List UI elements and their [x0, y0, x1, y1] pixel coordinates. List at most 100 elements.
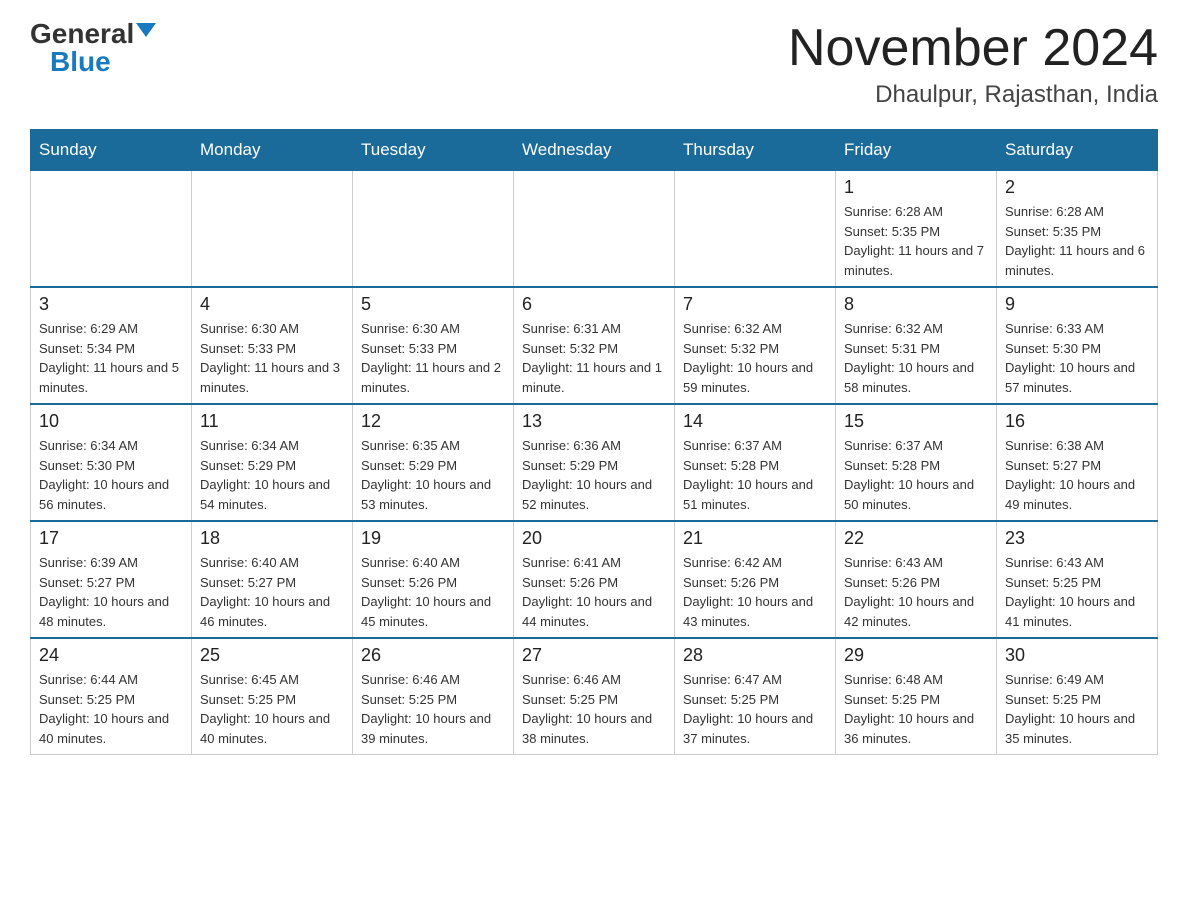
- calendar-week-row: 24 Sunrise: 6:44 AM Sunset: 5:25 PM Dayli…: [31, 638, 1158, 755]
- calendar-header-row: SundayMondayTuesdayWednesdayThursdayFrid…: [31, 130, 1158, 171]
- day-info: Sunrise: 6:46 AM Sunset: 5:25 PM Dayligh…: [522, 670, 666, 748]
- day-info: Sunrise: 6:44 AM Sunset: 5:25 PM Dayligh…: [39, 670, 183, 748]
- calendar-day-cell: 11 Sunrise: 6:34 AM Sunset: 5:29 PM Dayli…: [192, 404, 353, 521]
- day-number: 9: [1005, 294, 1149, 315]
- calendar-day-cell: 5 Sunrise: 6:30 AM Sunset: 5:33 PM Daylig…: [353, 287, 514, 404]
- calendar-day-cell: 14 Sunrise: 6:37 AM Sunset: 5:28 PM Dayli…: [675, 404, 836, 521]
- calendar-day-cell: 12Sunrise: 6:35 AM Sunset: 5:29 PM Dayli…: [353, 404, 514, 521]
- day-info: Sunrise: 6:37 AM Sunset: 5:28 PM Dayligh…: [683, 436, 827, 514]
- day-number: 18: [200, 528, 344, 549]
- calendar-day-cell: 24 Sunrise: 6:44 AM Sunset: 5:25 PM Dayli…: [31, 638, 192, 755]
- column-header-tuesday: Tuesday: [353, 130, 514, 171]
- calendar-day-cell: 20 Sunrise: 6:41 AM Sunset: 5:26 PM Dayli…: [514, 521, 675, 638]
- day-info: Sunrise: 6:30 AM Sunset: 5:33 PM Dayligh…: [200, 319, 344, 397]
- calendar-week-row: 17Sunrise: 6:39 AM Sunset: 5:27 PM Dayli…: [31, 521, 1158, 638]
- day-info: Sunrise: 6:34 AM Sunset: 5:29 PM Dayligh…: [200, 436, 344, 514]
- day-info: Sunrise: 6:37 AM Sunset: 5:28 PM Dayligh…: [844, 436, 988, 514]
- calendar-day-cell: 15 Sunrise: 6:37 AM Sunset: 5:28 PM Dayli…: [836, 404, 997, 521]
- day-info: Sunrise: 6:31 AM Sunset: 5:32 PM Dayligh…: [522, 319, 666, 397]
- day-number: 26: [361, 645, 505, 666]
- logo-blue-text: Blue: [50, 46, 111, 77]
- day-number: 22: [844, 528, 988, 549]
- day-info: Sunrise: 6:48 AM Sunset: 5:25 PM Dayligh…: [844, 670, 988, 748]
- calendar-day-cell: 21 Sunrise: 6:42 AM Sunset: 5:26 PM Dayli…: [675, 521, 836, 638]
- calendar-day-cell: [31, 171, 192, 288]
- calendar-day-cell: [353, 171, 514, 288]
- day-info: Sunrise: 6:28 AM Sunset: 5:35 PM Dayligh…: [1005, 202, 1149, 280]
- day-info: Sunrise: 6:43 AM Sunset: 5:26 PM Dayligh…: [844, 553, 988, 631]
- day-info: Sunrise: 6:33 AM Sunset: 5:30 PM Dayligh…: [1005, 319, 1149, 397]
- day-number: 21: [683, 528, 827, 549]
- column-header-sunday: Sunday: [31, 130, 192, 171]
- day-number: 4: [200, 294, 344, 315]
- calendar-day-cell: [675, 171, 836, 288]
- column-header-friday: Friday: [836, 130, 997, 171]
- day-info: Sunrise: 6:40 AM Sunset: 5:27 PM Dayligh…: [200, 553, 344, 631]
- column-header-wednesday: Wednesday: [514, 130, 675, 171]
- day-info: Sunrise: 6:45 AM Sunset: 5:25 PM Dayligh…: [200, 670, 344, 748]
- day-number: 10: [39, 411, 183, 432]
- day-number: 19: [361, 528, 505, 549]
- day-number: 1: [844, 177, 988, 198]
- day-info: Sunrise: 6:38 AM Sunset: 5:27 PM Dayligh…: [1005, 436, 1149, 514]
- calendar-day-cell: 3 Sunrise: 6:29 AM Sunset: 5:34 PM Daylig…: [31, 287, 192, 404]
- calendar-week-row: 10 Sunrise: 6:34 AM Sunset: 5:30 PM Dayli…: [31, 404, 1158, 521]
- calendar-day-cell: 17Sunrise: 6:39 AM Sunset: 5:27 PM Dayli…: [31, 521, 192, 638]
- logo-triangle-icon: [136, 23, 156, 37]
- day-info: Sunrise: 6:43 AM Sunset: 5:25 PM Dayligh…: [1005, 553, 1149, 631]
- day-number: 30: [1005, 645, 1149, 666]
- calendar-day-cell: 16 Sunrise: 6:38 AM Sunset: 5:27 PM Dayli…: [997, 404, 1158, 521]
- column-header-saturday: Saturday: [997, 130, 1158, 171]
- page-header: General Blue November 2024 Dhaulpur, Raj…: [30, 20, 1158, 109]
- day-info: Sunrise: 6:29 AM Sunset: 5:34 PM Dayligh…: [39, 319, 183, 397]
- day-info: Sunrise: 6:34 AM Sunset: 5:30 PM Dayligh…: [39, 436, 183, 514]
- day-number: 6: [522, 294, 666, 315]
- calendar-day-cell: 29 Sunrise: 6:48 AM Sunset: 5:25 PM Dayli…: [836, 638, 997, 755]
- column-header-thursday: Thursday: [675, 130, 836, 171]
- day-info: Sunrise: 6:40 AM Sunset: 5:26 PM Dayligh…: [361, 553, 505, 631]
- day-number: 15: [844, 411, 988, 432]
- calendar-day-cell: [514, 171, 675, 288]
- month-title: November 2024: [788, 20, 1158, 77]
- day-info: Sunrise: 6:42 AM Sunset: 5:26 PM Dayligh…: [683, 553, 827, 631]
- calendar-day-cell: 27 Sunrise: 6:46 AM Sunset: 5:25 PM Dayli…: [514, 638, 675, 755]
- calendar-day-cell: 30 Sunrise: 6:49 AM Sunset: 5:25 PM Dayli…: [997, 638, 1158, 755]
- calendar-day-cell: 26 Sunrise: 6:46 AM Sunset: 5:25 PM Dayli…: [353, 638, 514, 755]
- day-number: 27: [522, 645, 666, 666]
- calendar-day-cell: 23Sunrise: 6:43 AM Sunset: 5:25 PM Dayli…: [997, 521, 1158, 638]
- day-info: Sunrise: 6:30 AM Sunset: 5:33 PM Dayligh…: [361, 319, 505, 397]
- day-number: 5: [361, 294, 505, 315]
- day-number: 29: [844, 645, 988, 666]
- title-section: November 2024 Dhaulpur, Rajasthan, India: [788, 20, 1158, 109]
- day-number: 11: [200, 411, 344, 432]
- day-info: Sunrise: 6:32 AM Sunset: 5:31 PM Dayligh…: [844, 319, 988, 397]
- day-info: Sunrise: 6:41 AM Sunset: 5:26 PM Dayligh…: [522, 553, 666, 631]
- calendar-week-row: 1 Sunrise: 6:28 AM Sunset: 5:35 PM Daylig…: [31, 171, 1158, 288]
- calendar-day-cell: 1 Sunrise: 6:28 AM Sunset: 5:35 PM Daylig…: [836, 171, 997, 288]
- day-number: 20: [522, 528, 666, 549]
- day-info: Sunrise: 6:46 AM Sunset: 5:25 PM Dayligh…: [361, 670, 505, 748]
- day-number: 3: [39, 294, 183, 315]
- day-info: Sunrise: 6:39 AM Sunset: 5:27 PM Dayligh…: [39, 553, 183, 631]
- day-info: Sunrise: 6:32 AM Sunset: 5:32 PM Dayligh…: [683, 319, 827, 397]
- calendar-day-cell: 10 Sunrise: 6:34 AM Sunset: 5:30 PM Dayli…: [31, 404, 192, 521]
- calendar-day-cell: 7 Sunrise: 6:32 AM Sunset: 5:32 PM Daylig…: [675, 287, 836, 404]
- calendar-day-cell: 6 Sunrise: 6:31 AM Sunset: 5:32 PM Daylig…: [514, 287, 675, 404]
- day-number: 16: [1005, 411, 1149, 432]
- calendar-day-cell: 18 Sunrise: 6:40 AM Sunset: 5:27 PM Dayli…: [192, 521, 353, 638]
- day-number: 7: [683, 294, 827, 315]
- logo-general-text: General: [30, 20, 134, 48]
- calendar-day-cell: 19 Sunrise: 6:40 AM Sunset: 5:26 PM Dayli…: [353, 521, 514, 638]
- day-number: 24: [39, 645, 183, 666]
- calendar-day-cell: [192, 171, 353, 288]
- calendar-day-cell: 25 Sunrise: 6:45 AM Sunset: 5:25 PM Dayli…: [192, 638, 353, 755]
- calendar-day-cell: 13Sunrise: 6:36 AM Sunset: 5:29 PM Dayli…: [514, 404, 675, 521]
- day-info: Sunrise: 6:49 AM Sunset: 5:25 PM Dayligh…: [1005, 670, 1149, 748]
- day-number: 13: [522, 411, 666, 432]
- day-number: 12: [361, 411, 505, 432]
- day-info: Sunrise: 6:47 AM Sunset: 5:25 PM Dayligh…: [683, 670, 827, 748]
- day-number: 14: [683, 411, 827, 432]
- day-number: 25: [200, 645, 344, 666]
- logo: General Blue: [30, 20, 156, 76]
- day-info: Sunrise: 6:28 AM Sunset: 5:35 PM Dayligh…: [844, 202, 988, 280]
